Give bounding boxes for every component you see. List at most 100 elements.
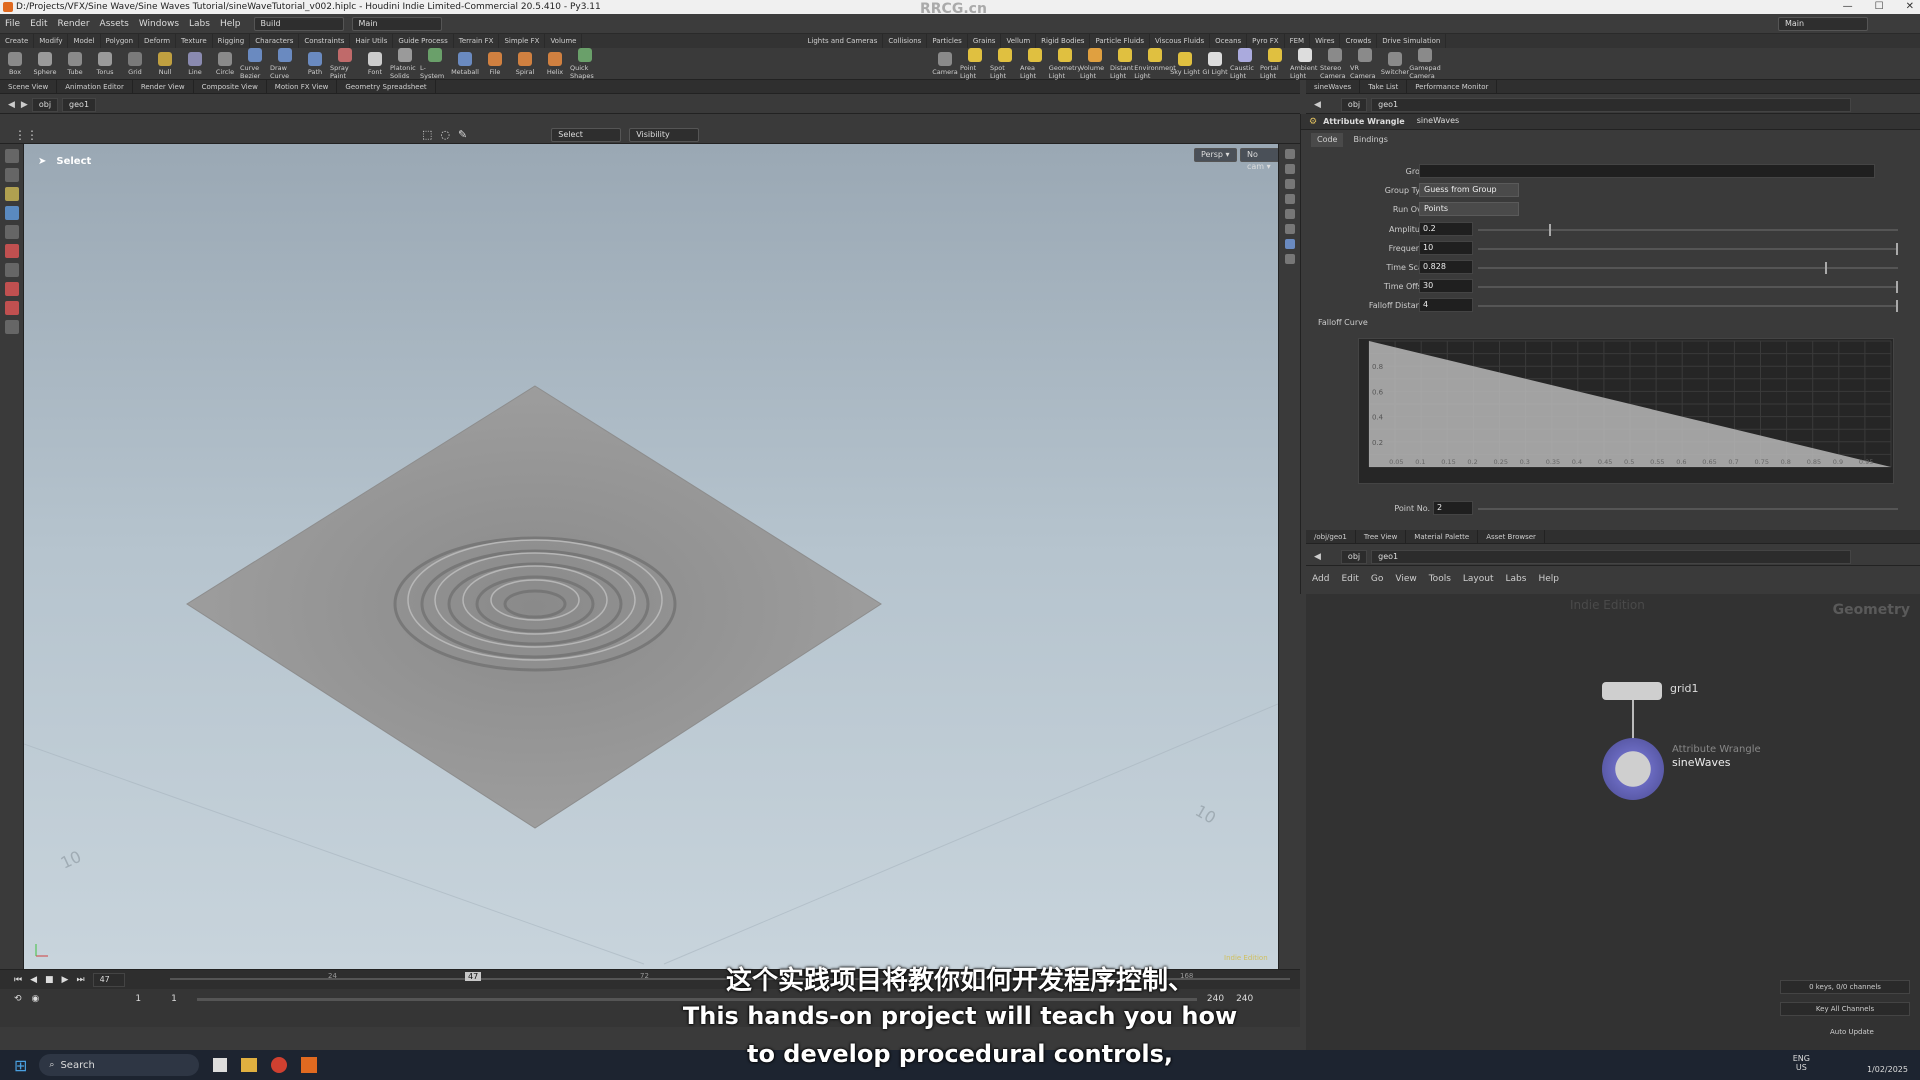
- pose-icon[interactable]: [4, 244, 19, 258]
- display-option-icon[interactable]: [1284, 149, 1295, 159]
- shelf-tool[interactable]: Draw Curve: [270, 47, 300, 80]
- point-no-slider[interactable]: [1478, 508, 1898, 510]
- shelf-tool[interactable]: File: [480, 51, 510, 76]
- shelf-tab[interactable]: Constraints: [299, 34, 351, 48]
- shelf-tool[interactable]: Geometry Light: [1049, 47, 1081, 80]
- pane-tab[interactable]: sineWaves: [1306, 79, 1361, 94]
- pane-tab[interactable]: Geometry Spreadsheet: [337, 79, 436, 94]
- back-arrow-icon[interactable]: ◀: [1314, 100, 1321, 110]
- shelf-tool[interactable]: VR Camera: [1350, 47, 1380, 80]
- net-path-geo[interactable]: geo1: [1371, 549, 1852, 564]
- persp-dropdown[interactable]: Persp ▾: [1194, 148, 1237, 162]
- grid1-node[interactable]: [1602, 682, 1662, 700]
- shelf-tool[interactable]: Circle: [210, 51, 240, 76]
- shelf-tab[interactable]: FEM: [1285, 34, 1311, 48]
- slider-knob[interactable]: [1549, 224, 1552, 236]
- network-menu-item[interactable]: Go: [1365, 574, 1389, 584]
- shelf-tab[interactable]: Characters: [250, 34, 300, 48]
- menu-file[interactable]: File: [0, 14, 25, 34]
- shelf-tab[interactable]: Model: [68, 34, 101, 48]
- menu-windows[interactable]: Windows: [134, 14, 184, 34]
- network-menu-item[interactable]: View: [1389, 574, 1422, 584]
- view-icon[interactable]: [4, 263, 19, 277]
- shelf-tool[interactable]: Spiral: [510, 51, 540, 76]
- param-path-geo[interactable]: geo1: [1371, 97, 1852, 112]
- param-value-field[interactable]: 30: [1419, 279, 1473, 293]
- param-slider[interactable]: [1478, 300, 1898, 312]
- minimize-button[interactable]: —: [1843, 0, 1853, 14]
- network-menu-item[interactable]: Tools: [1423, 574, 1457, 584]
- shelf-tool[interactable]: Volume Light: [1080, 47, 1110, 80]
- shelf-tab[interactable]: Rigid Bodies: [1036, 34, 1091, 48]
- pane-tab[interactable]: Scene View: [0, 79, 58, 94]
- back-arrow-icon[interactable]: ◀: [8, 100, 15, 110]
- shelf-tab[interactable]: Crowds: [1340, 34, 1378, 48]
- shelf-tool[interactable]: Portal Light: [1260, 47, 1290, 80]
- shelf-tool[interactable]: GI Light: [1200, 51, 1230, 76]
- snap-icon[interactable]: [4, 282, 19, 296]
- pane-tab[interactable]: Animation Editor: [57, 79, 133, 94]
- pane-tab[interactable]: Take List: [1360, 79, 1408, 94]
- shelf-tool[interactable]: Curve Bezier: [240, 47, 270, 80]
- group-field[interactable]: [1419, 164, 1875, 178]
- handle-icon[interactable]: [4, 225, 19, 239]
- node-name-field[interactable]: sineWaves: [1411, 115, 1531, 129]
- shelf-tab[interactable]: Texture: [176, 34, 213, 48]
- network-menu-item[interactable]: Layout: [1457, 574, 1500, 584]
- back-arrow-icon[interactable]: ◀: [1314, 552, 1321, 562]
- maximize-button[interactable]: ☐: [1875, 0, 1884, 14]
- shelf-tab[interactable]: Polygon: [101, 34, 140, 48]
- pane-tab[interactable]: Asset Browser: [1478, 529, 1545, 544]
- slider-knob[interactable]: [1896, 281, 1898, 293]
- shelf-tool[interactable]: Line: [180, 51, 210, 76]
- move-icon[interactable]: [4, 168, 19, 182]
- pane-tab[interactable]: Composite View: [194, 79, 267, 94]
- network-menu-item[interactable]: Edit: [1335, 574, 1364, 584]
- shelf-tab[interactable]: Create: [0, 34, 35, 48]
- brush-tool-icon[interactable]: ✎: [458, 128, 467, 141]
- point-no-field[interactable]: 2: [1433, 501, 1473, 515]
- shelf-tool[interactable]: Path: [300, 51, 330, 76]
- param-slider[interactable]: [1478, 281, 1898, 293]
- magnet-icon[interactable]: [4, 301, 19, 315]
- camera-icon[interactable]: [4, 320, 19, 334]
- pane-tab[interactable]: Render View: [133, 79, 194, 94]
- visibility-dropdown[interactable]: Visibility: [629, 127, 700, 142]
- range-slider[interactable]: [196, 997, 1197, 1001]
- param-slider[interactable]: [1478, 262, 1898, 274]
- forward-arrow-icon[interactable]: ▶: [21, 100, 28, 110]
- network-menu-item[interactable]: Labs: [1500, 574, 1533, 584]
- shelf-tool[interactable]: Metaball: [450, 51, 480, 76]
- shelf-tab[interactable]: Lights and Cameras: [802, 34, 884, 48]
- shelf-tab[interactable]: Viscous Fluids: [1150, 34, 1211, 48]
- select-mode-dropdown[interactable]: Select: [551, 127, 622, 142]
- pane-tab[interactable]: Tree View: [1356, 529, 1407, 544]
- shelf-tab[interactable]: Volume: [545, 34, 583, 48]
- net-path-obj[interactable]: obj: [1340, 549, 1368, 564]
- menu-assets[interactable]: Assets: [95, 14, 134, 34]
- shelf-tool[interactable]: Torus: [90, 51, 120, 76]
- scale-icon[interactable]: [4, 206, 19, 220]
- shelf-tool[interactable]: Switcher: [1380, 51, 1410, 76]
- desktop-build-selector[interactable]: Build: [253, 16, 344, 31]
- shelf-tool[interactable]: Stereo Camera: [1320, 47, 1350, 80]
- param-slider[interactable]: [1478, 224, 1898, 236]
- shelf-tab[interactable]: Oceans: [1210, 34, 1248, 48]
- shelf-tab[interactable]: Particle Fluids: [1090, 34, 1150, 48]
- tab-code[interactable]: Code: [1311, 133, 1344, 147]
- pane-tab[interactable]: /obj/geo1: [1306, 529, 1356, 544]
- shelf-tool[interactable]: Quick Shapes: [570, 47, 600, 80]
- shelf-tool[interactable]: Sphere: [30, 51, 60, 76]
- grid-menu-icon[interactable]: ⋮⋮: [14, 128, 38, 142]
- shelf-tool[interactable]: Spot Light: [990, 47, 1020, 80]
- shelf-tool[interactable]: Ambient Light: [1290, 47, 1320, 80]
- shelf-tab[interactable]: Deform: [139, 34, 177, 48]
- menu-labs[interactable]: Labs: [184, 14, 215, 34]
- shelf-tab[interactable]: Collisions: [883, 34, 928, 48]
- shelf-tool[interactable]: Grid: [120, 51, 150, 76]
- slider-knob[interactable]: [1824, 262, 1827, 274]
- rotate-icon[interactable]: [4, 187, 19, 201]
- camera-dropdown[interactable]: No cam ▾: [1240, 148, 1278, 171]
- shelf-tab[interactable]: Hair Utils: [350, 34, 394, 48]
- lasso-tool-icon[interactable]: ◌: [440, 128, 450, 141]
